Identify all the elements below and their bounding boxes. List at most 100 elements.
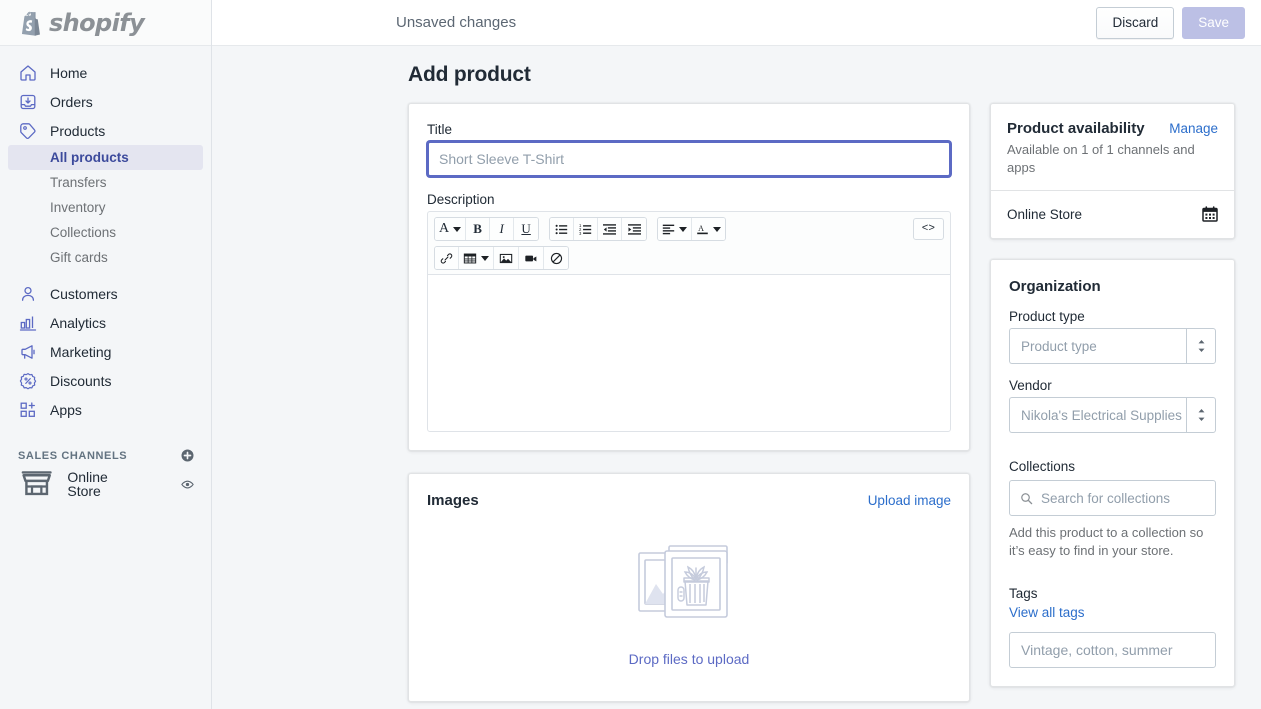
tags-input[interactable] [1009,632,1216,669]
bold-glyph: B [473,221,482,236]
page-inner: Add product Title Description [232,63,1261,702]
vendor-value: Nikola's Electrical Supplies [1009,397,1186,434]
collections-search-input[interactable]: Search for collections [1009,480,1216,517]
primary-column: Title Description A [408,103,970,702]
outdent-icon [603,223,617,235]
sidebar-item-customers[interactable]: Customers [8,279,203,308]
shopify-logo[interactable]: shopify [18,10,145,36]
context-bar: Unsaved changes Discard Save [212,0,1261,46]
orders-inbox-icon [20,94,36,109]
save-button[interactable]: Save [1182,6,1245,39]
text-color-button[interactable]: A [692,218,726,240]
sidebar-item-label: Products [50,122,106,139]
sidebar-item-transfers[interactable]: Transfers [8,170,203,195]
products-tag-icon [20,122,36,139]
updown-chevrons-icon [1198,409,1204,422]
product-type-field: Product type Product type [1009,309,1216,365]
image-dropzone[interactable]: Drop files to upload [409,509,969,701]
analytics-bars-icon [19,316,37,331]
insert-table-button[interactable] [459,247,494,269]
insert-image-button[interactable] [494,247,519,269]
sidebar-item-gift-cards[interactable]: Gift cards [8,245,203,270]
collections-field: Collections Search for collections Add t… [1009,459,1216,560]
svg-text:A: A [698,224,704,233]
indent-button[interactable] [622,218,647,240]
sidebar-item-orders[interactable]: Orders [8,87,203,116]
product-type-select[interactable]: Product type [1009,328,1216,365]
list-indent-group: 1 2 3 [549,217,648,241]
image-icon [499,253,513,263]
plus-circle-icon[interactable] [180,448,195,463]
vendor-label: Vendor [1009,378,1052,394]
calendar-icon[interactable] [1202,206,1218,222]
product-type-stepper-icon-wrap [1186,328,1216,365]
editor-toolbar: A B I U 1 2 3 A <> [427,211,951,274]
insert-link-button[interactable] [435,247,459,269]
collections-help-text: Add this product to a collection so it’s… [1009,525,1204,559]
sidebar-item-label: Apps [50,401,82,418]
underline-button[interactable]: U [514,218,539,240]
italic-button[interactable]: I [490,218,515,240]
numbered-list-button[interactable]: 1 2 3 [574,218,599,240]
table-icon [463,253,477,263]
discounts-badge-icon [19,372,37,389]
font-style-button[interactable]: A [435,218,467,240]
sidebar-item-all-products[interactable]: All products [8,145,203,170]
outdent-button[interactable] [598,218,623,240]
view-all-tags-link[interactable]: View all tags [1009,605,1216,620]
tags-label: Tags [1009,586,1038,602]
bold-button[interactable]: B [466,218,491,240]
sidebar-item-apps[interactable]: Apps [8,395,203,424]
scrollable-content[interactable]: Add product Title Description [212,46,1261,709]
sidebar-item-home[interactable]: Home [8,58,203,87]
font-style-glyph: A [439,221,450,236]
text-color-icon: A [697,224,708,235]
title-input[interactable] [427,141,951,177]
home-icon [20,64,36,81]
manage-availability-link[interactable]: Manage [1169,121,1218,136]
availability-header: Product availability Manage Available on… [991,104,1234,190]
sidebar-subitem-label: Transfers [50,174,107,190]
vendor-select[interactable]: Nikola's Electrical Supplies [1009,397,1216,434]
two-photo-frames-with-plant-icon [638,545,728,618]
sidebar-item-label: Discounts [50,372,112,389]
chevron-down-icon [679,226,688,232]
context-bar-actions: Discard Save [1096,6,1245,39]
availability-title-row: Product availability Manage [1007,120,1218,137]
vendor-field: Vendor Nikola's Electrical Supplies [1009,378,1216,434]
sidebar-item-discounts[interactable]: Discounts [8,366,203,395]
sidebar-item-marketing[interactable]: Marketing [8,337,203,366]
product-type-label: Product type [1009,309,1085,325]
vendor-stepper-icon-wrap [1186,397,1216,434]
sidebar-channel-label: Online Store [67,469,108,499]
discard-button[interactable]: Discard [1096,6,1175,39]
sidebar-subitem-label: Gift cards [50,249,108,265]
shopify-admin-window: shopify Home Orders Products All product… [0,0,1261,709]
unsaved-changes-status: Unsaved changes [396,14,517,31]
bulleted-list-button[interactable] [550,218,575,240]
sidebar-item-online-store[interactable]: Online Store [8,469,203,499]
secondary-column: Product availability Manage Available on… [990,103,1235,688]
availability-channel-name: Online Store [1007,206,1083,222]
images-card: Images Upload image Drop files to upload [408,473,970,702]
sidebar-item-collections[interactable]: Collections [8,220,203,245]
sidebar-item-inventory[interactable]: Inventory [8,195,203,220]
bulleted-list-icon [555,224,568,234]
clear-formatting-button[interactable] [544,247,568,269]
sidebar-item-products[interactable]: Products [8,116,203,145]
availability-channel-row: Online Store [991,191,1234,238]
chevron-down-icon [713,226,722,232]
main-navigation: Home Orders Products All products Transf… [0,46,211,499]
chevron-down-icon [453,226,462,232]
align-button[interactable] [658,218,693,240]
insert-video-button[interactable] [519,247,544,269]
main-area: Unsaved changes Discard Save Add product… [212,0,1261,709]
show-html-button[interactable]: <> [912,218,944,240]
sidebar-item-analytics[interactable]: Analytics [8,308,203,337]
eye-icon[interactable] [180,477,195,492]
description-editor: A B I U 1 2 3 A <> [427,211,951,432]
upload-image-link[interactable]: Upload image [868,493,951,508]
online-store-icon [21,471,52,496]
description-textarea[interactable] [427,274,951,432]
collections-label: Collections [1009,459,1076,475]
